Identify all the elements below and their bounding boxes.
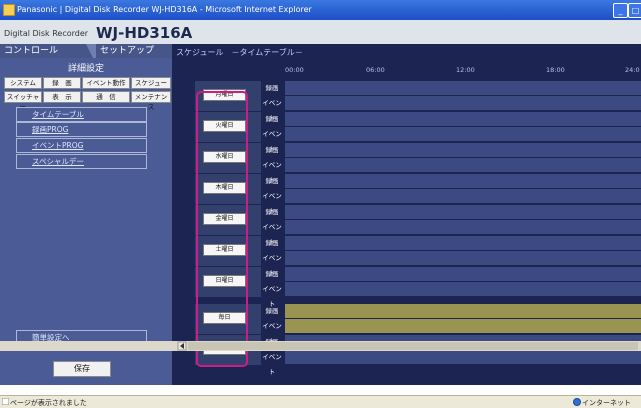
status-bar: ページが表示されました インターネット (0, 395, 641, 408)
horizontal-scrollbar[interactable] (0, 341, 641, 351)
schedule-bar-record[interactable] (285, 174, 641, 188)
maximize-button[interactable]: □ (628, 3, 641, 18)
record-prog-link-label: 録画PROG (32, 125, 69, 134)
switcher-button[interactable]: スイッチャー (4, 91, 42, 111)
schedule-bar-event[interactable] (285, 189, 641, 203)
row-label-event: イベント (262, 223, 282, 246)
schedule-bar-record[interactable] (285, 236, 641, 250)
row-label-record: 録画 (265, 307, 279, 315)
row-label-record: 録画 (265, 146, 279, 154)
row-label-record: 録画 (265, 84, 279, 92)
event-action-button[interactable]: イベント動作 (82, 77, 130, 89)
time-label-0600: 06:00 (366, 66, 385, 74)
schedule-bar-event[interactable] (285, 282, 641, 296)
timetable-panel: スケジュール －タイムテーブル－ 00:00 06:00 12:00 18:00… (172, 44, 641, 385)
row-label-record: 録画 (265, 177, 279, 185)
system-button[interactable]: システム (4, 77, 42, 89)
row-label-record: 録画 (265, 270, 279, 278)
schedule-bar-event[interactable] (285, 158, 641, 172)
row-label-event: イベント (262, 161, 282, 184)
timetable-link-label: タイムテーブル (32, 110, 84, 119)
timetable-link[interactable]: タイムテーブル (16, 107, 147, 122)
sidebar: 詳細設定 システム 録 画 イベント動作 スケジュール スイッチャー 表 示 通… (0, 58, 172, 385)
row-label-record: 録画 (265, 208, 279, 216)
top-tabs: コントロール セットアップ (0, 44, 172, 58)
schedule-bar-event[interactable] (285, 127, 641, 141)
tab-control[interactable]: コントロール (4, 44, 58, 58)
row-label-event: イベント (262, 99, 282, 122)
schedule-bar-event[interactable] (285, 350, 641, 364)
record-prog-link[interactable]: 録画PROG (16, 122, 147, 137)
schedule-bar-event-everyday[interactable] (285, 319, 641, 333)
time-label-0000: 00:00 (285, 66, 304, 74)
schedule-bar-record[interactable] (285, 143, 641, 157)
row-label-event: イベント (262, 254, 282, 277)
page-icon (2, 398, 9, 405)
time-label-2400: 24:0 (625, 66, 640, 74)
schedule-bar-record[interactable] (285, 205, 641, 219)
day-column-highlight (196, 91, 248, 367)
breadcrumb: スケジュール －タイムテーブル－ (176, 48, 303, 57)
row-label-record: 録画 (265, 239, 279, 247)
event-prog-link-label: イベントPROG (32, 141, 84, 150)
maintenance-button[interactable]: メンテナンス (131, 91, 171, 111)
event-prog-link[interactable]: イベントPROG (16, 138, 147, 153)
time-label-1800: 18:00 (546, 66, 565, 74)
brand-product-line: Digital Disk Recorder (4, 29, 89, 38)
row-label-event: イベント (262, 353, 282, 376)
schedule-button[interactable]: スケジュール (131, 77, 171, 97)
schedule-bar-record[interactable] (285, 267, 641, 281)
row-label-event: イベント (262, 130, 282, 153)
brand-model: WJ-HD316A (96, 24, 193, 42)
schedule-bar-event[interactable] (285, 96, 641, 110)
tab-divider-icon (86, 44, 96, 58)
schedule-bar-record[interactable] (285, 112, 641, 126)
globe-icon (573, 398, 581, 406)
display-button[interactable]: 表 示 (43, 91, 81, 103)
app-header: Digital Disk Recorder WJ-HD316A (0, 20, 641, 44)
schedule-bar-record[interactable] (285, 81, 641, 95)
section-title: 詳細設定 (67, 64, 104, 74)
minimize-button[interactable]: _ (613, 3, 628, 18)
save-button[interactable]: 保存 (53, 361, 111, 377)
schedule-bar-event[interactable] (285, 251, 641, 265)
row-label-event: イベント (262, 322, 282, 345)
time-label-1200: 12:00 (456, 66, 475, 74)
special-day-link-label: スペシャルデー (32, 157, 84, 166)
tab-setup[interactable]: セットアップ (100, 44, 154, 58)
record-button[interactable]: 録 画 (43, 77, 81, 89)
communication-button[interactable]: 通 信 (82, 91, 130, 103)
row-label-record: 録画 (265, 115, 279, 123)
window-title: Panasonic | Digital Disk Recorder WJ-HD3… (17, 5, 312, 14)
ie-browser-icon (3, 4, 15, 16)
special-day-link[interactable]: スペシャルデー (16, 154, 147, 169)
row-label-event: イベント (262, 285, 282, 308)
window-titlebar: Panasonic | Digital Disk Recorder WJ-HD3… (0, 0, 641, 20)
schedule-bar-record-everyday[interactable] (285, 304, 641, 318)
row-label-event: イベント (262, 192, 282, 215)
schedule-bar-event[interactable] (285, 220, 641, 234)
